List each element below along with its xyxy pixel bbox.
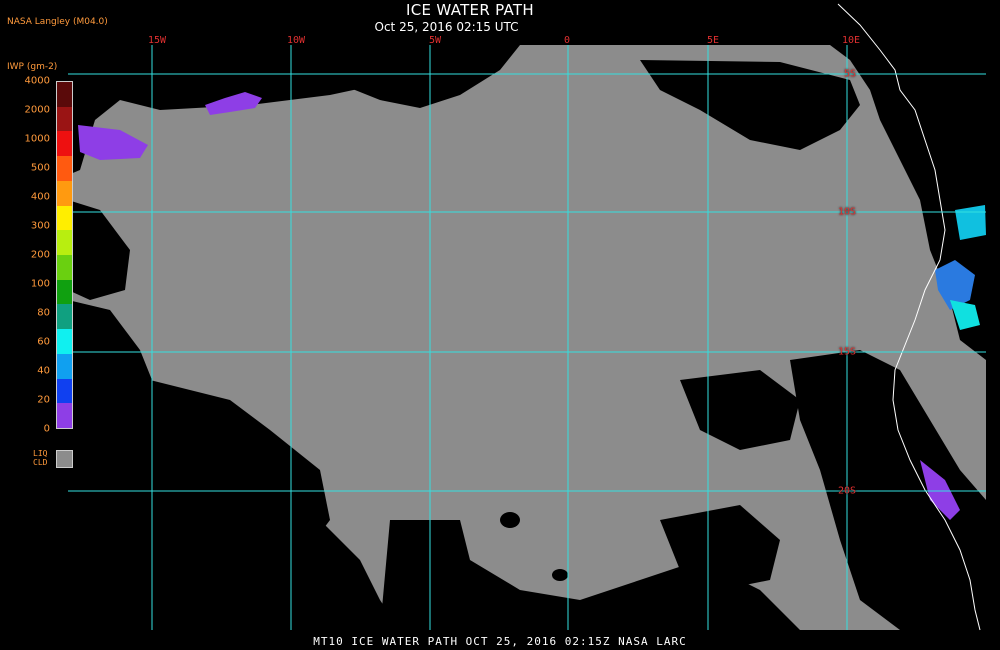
lat-label-10s: 10S <box>838 206 857 218</box>
lon-label-5e: 5E <box>706 35 720 46</box>
timestamp-subtitle: Oct 25, 2016 02:15 UTC <box>374 20 519 34</box>
legend-tick-label: 60 <box>37 336 50 348</box>
legend-swatch <box>57 230 72 256</box>
lat-label-5s: 5S <box>844 68 857 80</box>
liquid-cloud-swatch <box>56 450 73 468</box>
clear-patch-2 <box>500 512 520 528</box>
ice-cloud-east-2 <box>955 205 986 240</box>
page-title: ICE WATER PATH <box>406 1 534 19</box>
legend-swatch <box>57 131 72 157</box>
legend-tick-label: 200 <box>30 249 50 261</box>
legend-swatch <box>57 180 72 207</box>
legend-tick-label: 400 <box>30 191 50 203</box>
lon-label-15w: 15W <box>147 35 167 46</box>
legend-tick-label: 100 <box>30 278 50 290</box>
legend-swatch <box>57 329 72 355</box>
legend-swatch <box>57 279 72 305</box>
clear-patch-3 <box>552 569 568 581</box>
legend-swatch <box>57 403 72 429</box>
legend-swatch <box>57 255 72 281</box>
legend-swatch <box>57 353 72 380</box>
legend-tick-label: 40 <box>37 365 50 377</box>
satellite-map <box>68 3 986 631</box>
legend-swatch <box>57 378 72 404</box>
legend-tick-label: 80 <box>37 307 50 319</box>
liquid-label-line2: CLD <box>33 458 48 467</box>
lat-label-15s: 15S <box>838 346 857 358</box>
lon-label-10e: 10E <box>841 35 861 46</box>
liquid-label-line1: LIQ <box>33 449 48 458</box>
lon-label-10w: 10W <box>286 35 306 46</box>
legend-tick-label: 0 <box>43 423 50 435</box>
legend-swatch <box>57 82 72 108</box>
legend-title: IWP (gm-2) <box>7 62 58 72</box>
color-scale-bar <box>56 81 73 429</box>
liquid-cloud-label: LIQ CLD <box>33 449 47 467</box>
legend-swatch <box>57 304 72 330</box>
legend-swatch <box>57 106 72 132</box>
legend-tick-label: 4000 <box>24 75 50 87</box>
lon-label-5w: 5W <box>428 35 442 46</box>
legend-tick-label: 300 <box>30 220 50 232</box>
legend-tick-label: 1000 <box>24 133 50 145</box>
lat-label-20s: 20S <box>838 485 857 497</box>
legend-tick-label: 20 <box>37 394 50 406</box>
footer-caption: MT10 ICE WATER PATH OCT 25, 2016 02:15Z … <box>313 635 687 648</box>
legend-tick-label: 500 <box>30 162 50 174</box>
organization-label: NASA Langley (M04.0) <box>7 17 108 27</box>
legend-tick-label: 2000 <box>24 104 50 116</box>
legend-swatch <box>57 205 72 231</box>
lon-label-0: 0 <box>563 35 571 46</box>
legend-swatch <box>57 156 72 182</box>
